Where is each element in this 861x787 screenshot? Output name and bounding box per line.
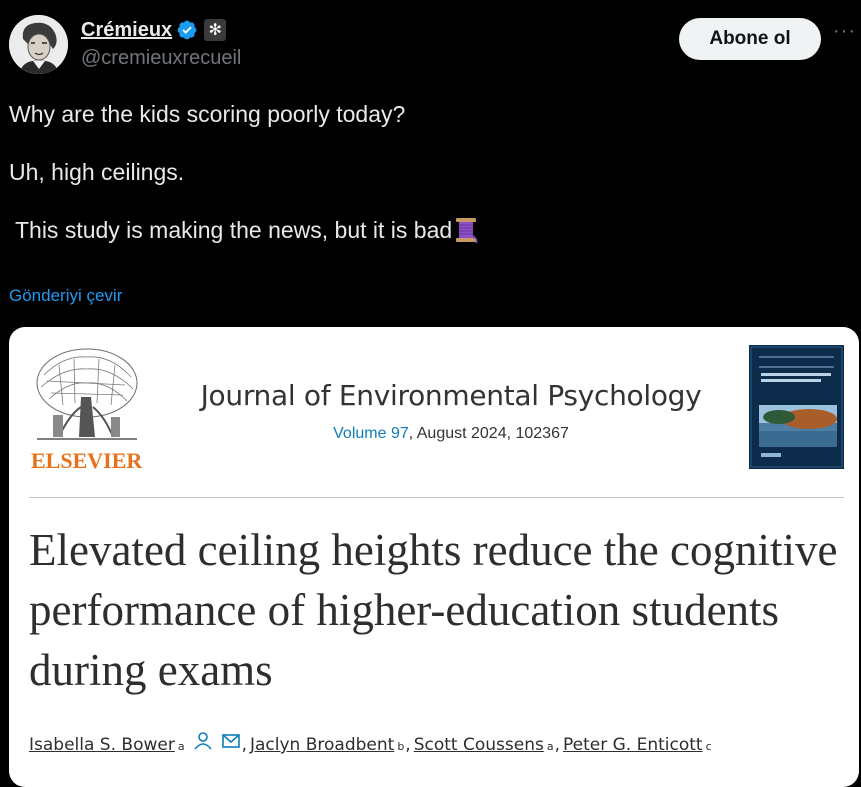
tweet-line: Uh, high ceilings. [9, 159, 185, 185]
more-options-icon[interactable]: ··· [833, 21, 859, 52]
author-affiliation: a [546, 740, 554, 753]
translate-post-link[interactable]: Gönderiyi çevir [9, 286, 122, 306]
author-name: Peter G. Enticott [562, 735, 703, 755]
affiliate-badge-icon[interactable]: ✻ [204, 19, 227, 41]
volume-link: Volume 97 [333, 425, 409, 442]
author-name: Jaclyn Broadbent [249, 735, 395, 755]
thread-spool-icon [456, 218, 478, 244]
tweet-line: Why are the kids scoring poorly today? [9, 101, 406, 127]
author-list: Isabella S. Bower a , Jaclyn Broadbent b, … [29, 732, 712, 755]
author-display-name[interactable]: Crémieux [81, 19, 172, 42]
avatar[interactable] [9, 15, 68, 74]
tweet-line [9, 129, 849, 158]
header-divider [29, 497, 844, 498]
tweet-text: Why are the kids scoring poorly today? U… [9, 100, 849, 245]
author-affiliation: c [705, 740, 712, 753]
journal-title: Journal of Environmental Psychology [200, 379, 702, 412]
tweet-line [9, 187, 849, 216]
author-name: Isabella S. Bower [29, 735, 175, 755]
media-image-card[interactable]: ELSEVIER Journal of Environmental Psycho… [9, 327, 859, 787]
author-affiliation: a [177, 740, 185, 753]
avatar-portrait-icon [9, 15, 68, 74]
person-icon [193, 732, 212, 750]
follow-button[interactable]: Abone ol [679, 18, 821, 60]
journal-cover-image [749, 345, 844, 469]
article-title: Elevated ceiling heights reduce the cogn… [29, 525, 838, 695]
author-name-row: Crémieux ✻ [81, 16, 227, 44]
author-name: Scott Coussens [413, 735, 544, 755]
elsevier-tree-logo-icon [29, 345, 144, 445]
journal-meta: Volume 97, August 2024, 102367 [181, 425, 721, 443]
author-handle[interactable]: @cremieuxrecueil [81, 47, 241, 70]
issue-info: , August 2024, 102367 [408, 425, 569, 442]
author-affiliation: b [397, 740, 405, 753]
mail-icon [221, 734, 240, 748]
tweet-line-text: This study is making the news, but it is… [9, 217, 453, 243]
publisher-logo-text: ELSEVIER [31, 448, 143, 473]
tweet-line: This study is making the news, but it is… [9, 216, 849, 245]
verified-badge-icon[interactable] [176, 19, 198, 41]
